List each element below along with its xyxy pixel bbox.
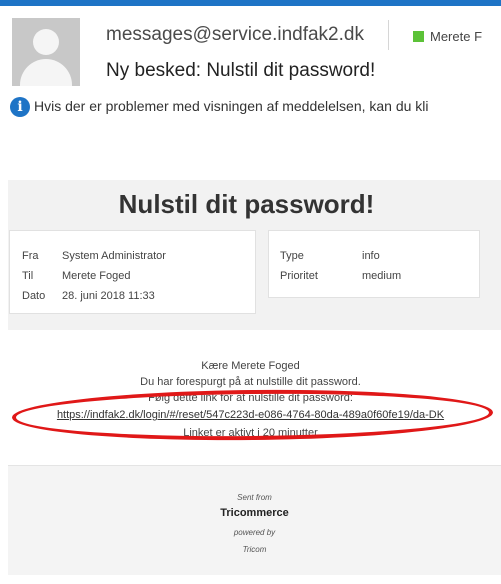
header-divider <box>388 20 389 50</box>
footer-panel <box>8 466 501 575</box>
avatar-head-shape <box>33 29 59 55</box>
meta-label-date: Dato <box>22 290 46 302</box>
meta-value-to: Merete Foged <box>62 270 131 282</box>
recipient-name: Merete F <box>430 29 483 44</box>
meta-card-type <box>268 230 480 298</box>
footer-brand: Tricommerce <box>220 507 289 519</box>
meta-value-from: System Administrator <box>62 250 166 262</box>
sender-avatar <box>12 18 80 86</box>
meta-label-type: Type <box>280 250 304 262</box>
email-subject: Ny besked: Nulstil dit password! <box>106 60 376 81</box>
footer-powered-by: powered by <box>233 528 276 537</box>
message-line-1: Du har forespurgt på at nulstille dit pa… <box>140 376 361 388</box>
meta-value-date: 28. juni 2018 11:33 <box>62 290 155 302</box>
greeting: Kære Merete Foged <box>201 360 300 372</box>
mail-title: Nulstil dit password! <box>118 189 375 219</box>
footer-sent-from: Sent from <box>237 493 272 502</box>
meta-value-type: info <box>362 250 380 262</box>
info-icon: i <box>10 97 30 117</box>
info-notice[interactable]: Hvis der er problemer med visningen af m… <box>34 98 429 114</box>
recipient[interactable]: Merete F <box>413 29 482 44</box>
presence-status-icon <box>413 31 424 42</box>
meta-label-from: Fra <box>22 250 39 262</box>
top-accent-bar <box>0 0 501 6</box>
meta-value-priority: medium <box>362 270 402 282</box>
meta-label-to: Til <box>22 270 34 282</box>
footer-company: Tricom <box>242 545 267 554</box>
meta-label-priority: Prioritet <box>280 270 318 282</box>
avatar-body-shape <box>20 59 72 86</box>
sender-address[interactable]: messages@service.indfak2.dk <box>106 24 364 46</box>
